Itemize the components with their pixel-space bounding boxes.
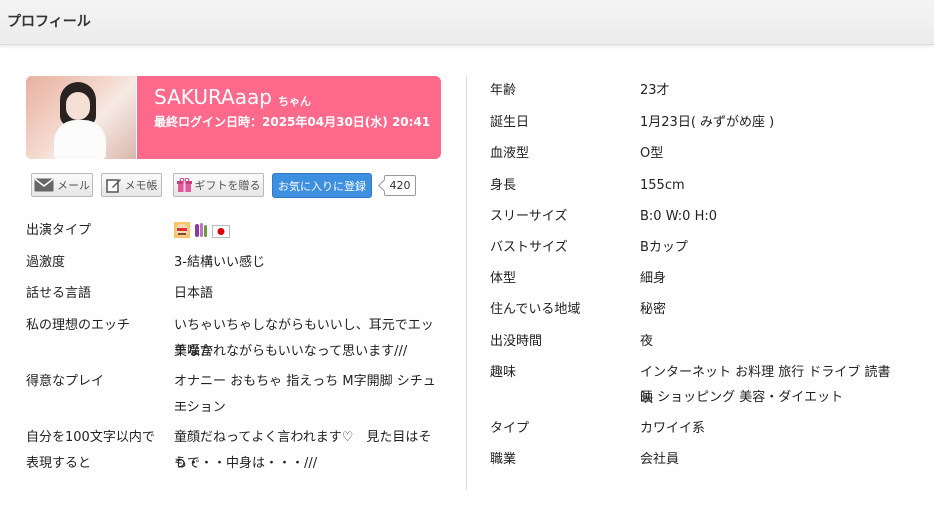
self-intro-label-line-2: 表現すると xyxy=(26,456,92,471)
gift-button[interactable]: ギフトを贈る xyxy=(173,173,264,197)
page-header: プロフィール xyxy=(0,0,934,45)
bust-size-value: Bカップ xyxy=(640,240,688,255)
profile-name-suffix: ちゃん xyxy=(278,95,311,108)
occupation-label: 職業 xyxy=(490,452,517,467)
region-value: 秘密 xyxy=(640,302,667,317)
occupation-value: 会社員 xyxy=(640,452,680,467)
favorite-count: 420 xyxy=(384,175,416,196)
intensity-label: 過激度 xyxy=(26,255,66,270)
height-label: 身長 xyxy=(490,178,517,193)
birthday-label: 誕生日 xyxy=(490,115,530,130)
add-favorite-button[interactable]: お気に入りに登録 xyxy=(272,173,372,198)
avatar[interactable] xyxy=(26,76,137,159)
add-favorite-label: お気に入りに登録 xyxy=(278,179,366,193)
hobby-value-line-2: 画 ショッピング 美容・ダイエット xyxy=(640,390,844,405)
self-intro-label-line-1: 自分を100文字以内で xyxy=(26,430,155,445)
active-time-label: 出没時間 xyxy=(490,334,543,349)
japan-flag-icon xyxy=(212,223,230,242)
mail-button-label: メール xyxy=(57,179,90,192)
gift-icon xyxy=(176,177,192,193)
self-intro-value-line-2: も・・・中身は・・・/// xyxy=(174,456,318,471)
blood-type-value: O型 xyxy=(640,146,664,161)
favorite-count-value: 420 xyxy=(389,179,411,192)
body-type-label: 体型 xyxy=(490,271,517,286)
last-login-time: 最終ログイン日時：2025年04月30日(水) 20:41 xyxy=(154,115,431,129)
three-sizes-label: スリーサイズ xyxy=(490,209,568,224)
mail-button[interactable]: メール xyxy=(31,173,93,197)
memo-button-label: メモ帳 xyxy=(124,179,158,192)
gift-button-label: ギフトを贈る xyxy=(194,179,261,192)
age-value: 23才 xyxy=(640,83,670,98)
type-label: タイプ xyxy=(490,421,530,436)
three-sizes-value: B:0 W:0 H:0 xyxy=(640,209,718,224)
intensity-value: 3-結構いい感じ xyxy=(174,255,265,270)
bust-size-label: バストサイズ xyxy=(490,240,568,255)
performance-type-label: 出演タイプ xyxy=(26,223,92,238)
body-type-value: 細身 xyxy=(640,271,667,286)
age-label: 年齢 xyxy=(490,83,517,98)
profile-name: SAKURAaap xyxy=(154,85,272,109)
page-title: プロフィール xyxy=(7,14,91,30)
favorite-play-value-line-2: ーション xyxy=(174,400,226,415)
edit-icon xyxy=(105,177,122,193)
favorite-play-label: 得意なプレイ xyxy=(26,374,105,389)
face-mask-icon xyxy=(174,222,190,242)
type-value: カワイイ系 xyxy=(640,421,706,436)
hobby-label: 趣味 xyxy=(490,365,517,380)
ideal-label: 私の理想のエッチ xyxy=(26,318,131,333)
ideal-value-line-2: 葉囁かれながらもいいなって思います/// xyxy=(174,344,408,359)
region-label: 住んでいる地域 xyxy=(490,302,581,317)
column-divider xyxy=(466,76,467,490)
toy-icon xyxy=(193,222,209,242)
envelope-icon xyxy=(34,178,54,192)
profile-card: SAKURAaap ちゃん 最終ログイン日時：2025年04月30日(水) 20… xyxy=(26,76,441,159)
memo-button[interactable]: メモ帳 xyxy=(101,173,162,197)
height-value: 155cm xyxy=(640,178,685,193)
active-time-value: 夜 xyxy=(640,334,654,349)
languages-label: 話せる言語 xyxy=(26,286,92,301)
performance-type-icons xyxy=(174,222,230,242)
birthday-value: 1月23日( みずがめ座 ) xyxy=(640,115,775,130)
blood-type-label: 血液型 xyxy=(490,146,530,161)
languages-value: 日本語 xyxy=(174,286,214,301)
